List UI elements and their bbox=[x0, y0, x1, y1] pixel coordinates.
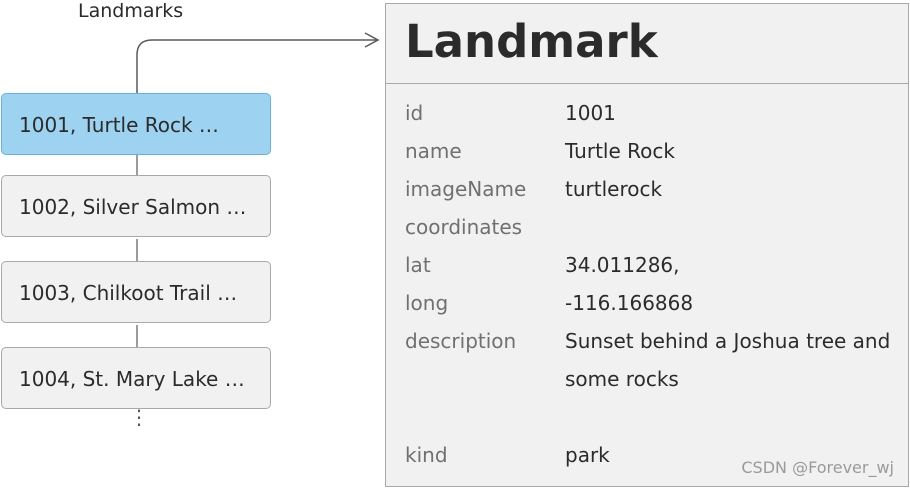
landmark-list-item[interactable]: 1003, Chilkoot Trail … bbox=[1, 261, 271, 323]
field-key: lat bbox=[405, 253, 431, 277]
landmark-list-item-selected[interactable]: 1001, Turtle Rock … bbox=[1, 93, 271, 155]
field-key: id bbox=[405, 101, 424, 125]
field-key: kind bbox=[405, 443, 448, 467]
landmark-detail-card: Landmark id 1001 name Turtle Rock imageN… bbox=[385, 3, 909, 487]
landmark-list-item[interactable]: 1002, Silver Salmon … bbox=[1, 175, 271, 237]
field-value: Turtle Rock bbox=[565, 139, 675, 163]
field-key: description bbox=[405, 329, 517, 353]
field-key: name bbox=[405, 139, 462, 163]
field-value: 1001 bbox=[565, 101, 616, 125]
landmark-list-item[interactable]: 1004, St. Mary Lake … bbox=[1, 347, 271, 409]
detail-arrow bbox=[136, 39, 377, 93]
field-key: coordinates bbox=[405, 215, 523, 239]
field-value: turtlerock bbox=[565, 177, 663, 201]
field-key: imageName bbox=[405, 177, 527, 201]
field-value: Sunset behind a Joshua tree and some roc… bbox=[565, 329, 891, 391]
detail-title: Landmark bbox=[405, 15, 658, 68]
field-value: -116.166868 bbox=[565, 291, 694, 315]
field-value: 34.011286, bbox=[565, 253, 680, 277]
watermark: CSDN @Forever_wj bbox=[741, 458, 894, 477]
more-items-ellipsis: ⋮ bbox=[129, 405, 149, 429]
field-key: long bbox=[405, 291, 449, 315]
detail-divider bbox=[386, 83, 908, 84]
